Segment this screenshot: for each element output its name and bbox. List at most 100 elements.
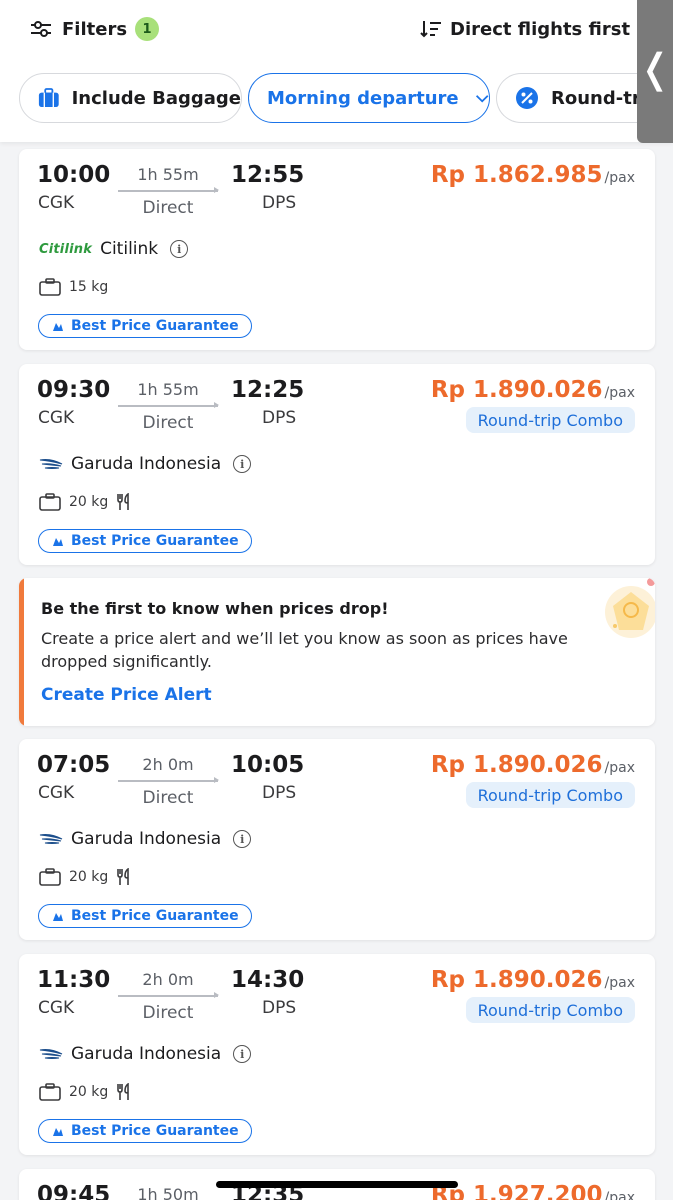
baggage-allowance: 20 kg [69,869,109,885]
sort-button[interactable]: Direct flights first [420,14,656,44]
filters-button[interactable]: Filters 1 [30,14,160,44]
departure-time: 10:00 [37,162,111,188]
baggage-allowance: 20 kg [69,494,109,510]
arrival-airport: DPS [262,783,297,803]
best-price-guarantee-label: Best Price Guarantee [71,908,239,924]
route-line [118,402,219,408]
arrival-airport: DPS [262,998,297,1018]
baggage-allowance: 15 kg [69,279,109,295]
price-unit: /pax [604,170,635,186]
round-trip-combo-tag: Round-trip Combo [465,997,635,1023]
best-price-guarantee-badge: Best Price Guarantee [38,904,252,928]
departure-airport: CGK [38,193,75,213]
shield-check-icon [53,538,63,546]
flight-duration: 1h 55m [137,165,199,184]
bag-icon [39,868,61,886]
round-trip-combo-tag: Round-trip Combo [465,407,635,433]
alert-body: Create a price alert and we’ll let you k… [41,629,568,671]
price-tag-illustration-icon [605,578,655,638]
info-icon[interactable]: i [233,830,252,848]
flight-duration: 2h 0m [142,970,194,989]
price-alert-banner: Be the first to know when prices drop! C… [19,578,655,726]
baggage-allowance: 20 kg [69,1084,109,1100]
best-price-guarantee-badge: Best Price Guarantee [38,314,252,338]
baggage-info: 15 kg [39,278,108,296]
filters-count-badge: 1 [135,17,160,41]
airline-row: Garuda Indonesia i [39,1044,252,1064]
sliders-icon [31,21,51,37]
citilink-logo: Citilink [39,241,93,257]
meal-icon [117,493,130,510]
price-unit: /pax [604,975,635,991]
meal-icon [117,1083,130,1100]
departure-time: 09:45 [37,1182,111,1200]
price-value: Rp 1.890.026 [430,377,603,403]
info-icon[interactable]: i [233,1045,252,1063]
flight-duration: 2h 0m [142,755,194,774]
flight-card[interactable]: 11:30 CGK 2h 0m Direct 14:30 DPS Rp 1.89… [19,954,655,1155]
include-baggage-chip[interactable]: Include Baggage [19,73,242,123]
discount-icon [516,87,538,109]
info-icon[interactable]: i [170,240,189,258]
price: Rp 1.890.026 /pax [431,752,635,778]
include-baggage-label: Include Baggage [71,87,241,109]
price: Rp 1.890.026 /pax [431,377,635,403]
departure-airport: CGK [38,998,75,1018]
arrival-airport: DPS [262,408,297,428]
garuda-logo-icon [39,459,63,469]
morning-departure-chip[interactable]: Morning departure [248,73,490,123]
baggage-info: 20 kg [39,493,132,511]
arrival-time: 14:30 [231,967,305,993]
alert-accent-bar [19,578,24,726]
price-unit: /pax [604,760,635,776]
header-bar: Filters 1 Direct flights first Include B… [0,0,673,143]
alert-title: Be the first to know when prices drop! [41,599,389,618]
price: Rp 1.862.985 /pax [431,162,635,188]
arrival-airport: DPS [262,193,297,213]
price-value: Rp 1.890.026 [430,752,603,778]
meal-icon [117,868,130,885]
stops-label: Direct [142,1003,194,1023]
airline-name: Garuda Indonesia [71,829,222,849]
airline-name: Garuda Indonesia [71,454,222,474]
info-icon[interactable]: i [233,455,252,473]
baggage-info: 20 kg [39,868,132,886]
departure-airport: CGK [38,783,75,803]
create-price-alert-link[interactable]: Create Price Alert [41,685,212,705]
bag-icon [39,278,61,296]
stops-label: Direct [142,413,194,433]
shield-check-icon [53,913,63,921]
home-indicator[interactable] [216,1181,458,1188]
stops-label: Direct [142,198,194,218]
departure-time: 09:30 [37,377,111,403]
garuda-logo-icon [39,834,63,844]
flight-duration: 1h 55m [137,380,199,399]
chevron-down-icon [475,94,489,103]
flight-card[interactable]: 07:05 CGK 2h 0m Direct 10:05 DPS Rp 1.89… [19,739,655,940]
baggage-info: 20 kg [39,1083,132,1101]
chevron-left-icon: ❬ [638,45,672,92]
best-price-guarantee-label: Best Price Guarantee [71,533,239,549]
morning-departure-label: Morning departure [267,87,459,109]
round-trip-combo-tag: Round-trip Combo [465,782,635,808]
flight-duration: 1h 50m [137,1185,199,1200]
stops-label: Direct [142,788,194,808]
flight-card[interactable]: 09:30 CGK 1h 55m Direct 12:25 DPS Rp 1.8… [19,364,655,565]
arrival-time: 12:25 [231,377,305,403]
flight-card[interactable]: 10:00 CGK 1h 55m Direct 12:55 DPS Rp 1.8… [19,149,655,350]
sort-icon [420,21,441,38]
garuda-logo-icon [39,1049,63,1059]
best-price-guarantee-label: Best Price Guarantee [71,318,239,334]
filters-label: Filters [62,18,128,40]
airline-row: Garuda Indonesia i [39,829,252,849]
price-unit: /pax [604,385,635,401]
side-panel-handle[interactable]: ❬ [637,0,673,143]
airline-row: Garuda Indonesia i [39,454,252,474]
price: Rp 1.927.200 /pax [431,1182,635,1200]
departure-time: 07:05 [37,752,111,778]
shield-check-icon [53,1128,63,1136]
sort-label: Direct flights first [450,18,631,40]
route-line [118,777,219,783]
shield-check-icon [53,323,63,331]
best-price-guarantee-badge: Best Price Guarantee [38,529,252,553]
